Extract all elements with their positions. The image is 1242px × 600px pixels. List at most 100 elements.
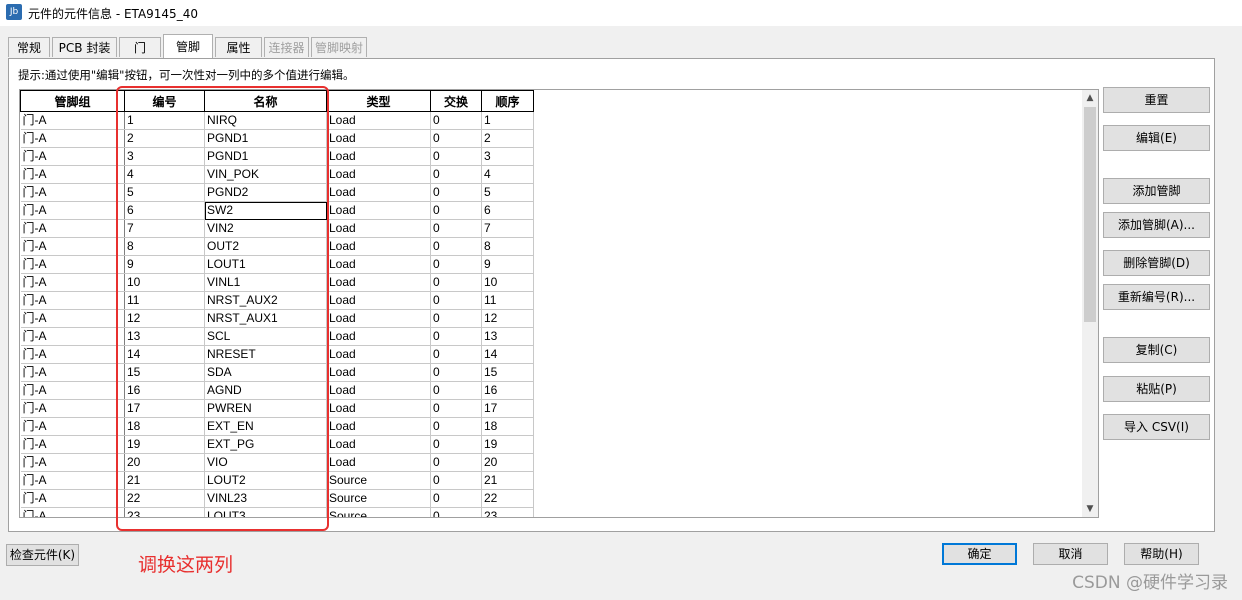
cell-type[interactable]: Load: [326, 255, 431, 274]
table-row[interactable]: 门-A 13 SCL Load 0 13: [20, 327, 534, 346]
table-row[interactable]: 门-A 15 SDA Load 0 15: [20, 363, 534, 382]
cell-type[interactable]: Load: [326, 273, 431, 292]
delete-pin-button[interactable]: 删除管脚(D): [1103, 250, 1210, 276]
cell-order[interactable]: 9: [481, 255, 534, 274]
cell-type[interactable]: Load: [326, 345, 431, 364]
column-header-swap[interactable]: 交换: [430, 90, 482, 112]
cell-order[interactable]: 13: [481, 327, 534, 346]
cell-swap[interactable]: 0: [430, 399, 482, 418]
cell-pin-group[interactable]: 门-A: [20, 129, 125, 148]
cell-name[interactable]: LOUT2: [204, 471, 327, 490]
table-row[interactable]: 门-A 4 VIN_POK Load 0 4: [20, 165, 534, 184]
cell-name[interactable]: PGND1: [204, 147, 327, 166]
cell-pin-group[interactable]: 门-A: [20, 255, 125, 274]
column-header-type[interactable]: 类型: [326, 90, 431, 112]
cell-number[interactable]: 19: [124, 435, 205, 454]
cell-number[interactable]: 21: [124, 471, 205, 490]
cell-number[interactable]: 12: [124, 309, 205, 328]
cell-swap[interactable]: 0: [430, 363, 482, 382]
cell-swap[interactable]: 0: [430, 291, 482, 310]
cell-number[interactable]: 10: [124, 273, 205, 292]
cell-swap[interactable]: 0: [430, 507, 482, 517]
table-row[interactable]: 门-A 6 SW2 Load 0 6: [20, 201, 534, 220]
cell-pin-group[interactable]: 门-A: [20, 219, 125, 238]
ok-button[interactable]: 确定: [942, 543, 1017, 565]
cell-order[interactable]: 16: [481, 381, 534, 400]
table-row[interactable]: 门-A 7 VIN2 Load 0 7: [20, 219, 534, 238]
cell-number[interactable]: 4: [124, 165, 205, 184]
table-row[interactable]: 门-A 18 EXT_EN Load 0 18: [20, 417, 534, 436]
cell-swap[interactable]: 0: [430, 417, 482, 436]
cell-order[interactable]: 5: [481, 183, 534, 202]
cell-type[interactable]: Source: [326, 507, 431, 517]
cell-type[interactable]: Load: [326, 147, 431, 166]
cell-swap[interactable]: 0: [430, 435, 482, 454]
cell-name[interactable]: NRST_AUX1: [204, 309, 327, 328]
cell-pin-group[interactable]: 门-A: [20, 165, 125, 184]
vertical-scrollbar[interactable]: ▲ ▼: [1082, 90, 1098, 517]
check-component-button[interactable]: 检查元件(K): [6, 544, 79, 566]
tab-pins[interactable]: 管脚: [163, 34, 213, 58]
table-row[interactable]: 门-A 1 NIRQ Load 0 1: [20, 111, 534, 130]
cell-name[interactable]: OUT2: [204, 237, 327, 256]
cell-type[interactable]: Load: [326, 237, 431, 256]
cell-swap[interactable]: 0: [430, 471, 482, 490]
renumber-button[interactable]: 重新编号(R)...: [1103, 284, 1210, 310]
tab-gates[interactable]: 门: [119, 37, 161, 57]
cell-pin-group[interactable]: 门-A: [20, 471, 125, 490]
cell-pin-group[interactable]: 门-A: [20, 273, 125, 292]
cell-type[interactable]: Load: [326, 183, 431, 202]
column-header-pin-group[interactable]: 管脚组: [20, 90, 125, 112]
cell-name[interactable]: PWREN: [204, 399, 327, 418]
cell-type[interactable]: Load: [326, 111, 431, 130]
table-row[interactable]: 门-A 2 PGND1 Load 0 2: [20, 129, 534, 148]
cell-type[interactable]: Source: [326, 471, 431, 490]
cell-order[interactable]: 21: [481, 471, 534, 490]
cell-number[interactable]: 13: [124, 327, 205, 346]
table-row[interactable]: 门-A 10 VINL1 Load 0 10: [20, 273, 534, 292]
column-header-number[interactable]: 编号: [124, 90, 205, 112]
cell-swap[interactable]: 0: [430, 273, 482, 292]
cell-swap[interactable]: 0: [430, 381, 482, 400]
cell-swap[interactable]: 0: [430, 201, 482, 220]
cell-swap[interactable]: 0: [430, 237, 482, 256]
cell-name[interactable]: SDA: [204, 363, 327, 382]
cell-type[interactable]: Load: [326, 129, 431, 148]
cell-pin-group[interactable]: 门-A: [20, 237, 125, 256]
add-pin-button[interactable]: 添加管脚: [1103, 178, 1210, 204]
cell-type[interactable]: Source: [326, 489, 431, 508]
cell-number[interactable]: 16: [124, 381, 205, 400]
pin-grid[interactable]: 管脚组 编号 名称 类型 交换 顺序 门-A 1 NIRQ Load 0 1 门-A 2 PGN…: [19, 89, 1099, 518]
cell-name[interactable]: EXT_PG: [204, 435, 327, 454]
cell-name[interactable]: PGND2: [204, 183, 327, 202]
cell-name[interactable]: VINL1: [204, 273, 327, 292]
cell-pin-group[interactable]: 门-A: [20, 111, 125, 130]
cell-swap[interactable]: 0: [430, 345, 482, 364]
table-row[interactable]: 门-A 9 LOUT1 Load 0 9: [20, 255, 534, 274]
cell-order[interactable]: 11: [481, 291, 534, 310]
cell-type[interactable]: Load: [326, 453, 431, 472]
cell-order[interactable]: 12: [481, 309, 534, 328]
cell-name[interactable]: LOUT3: [204, 507, 327, 517]
cell-name[interactable]: VINL23: [204, 489, 327, 508]
cell-number[interactable]: 15: [124, 363, 205, 382]
cell-order[interactable]: 20: [481, 453, 534, 472]
table-row[interactable]: 门-A 19 EXT_PG Load 0 19: [20, 435, 534, 454]
cell-order[interactable]: 14: [481, 345, 534, 364]
tab-pin-mapping[interactable]: 管脚映射: [311, 37, 367, 57]
cell-type[interactable]: Load: [326, 309, 431, 328]
cell-name[interactable]: NRESET: [204, 345, 327, 364]
table-row[interactable]: 门-A 16 AGND Load 0 16: [20, 381, 534, 400]
cell-order[interactable]: 7: [481, 219, 534, 238]
cell-order[interactable]: 10: [481, 273, 534, 292]
cell-type[interactable]: Load: [326, 219, 431, 238]
cell-pin-group[interactable]: 门-A: [20, 183, 125, 202]
cell-name[interactable]: VIO: [204, 453, 327, 472]
cell-number[interactable]: 5: [124, 183, 205, 202]
cell-number[interactable]: 14: [124, 345, 205, 364]
table-row[interactable]: 门-A 5 PGND2 Load 0 5: [20, 183, 534, 202]
cell-pin-group[interactable]: 门-A: [20, 417, 125, 436]
cell-number[interactable]: 23: [124, 507, 205, 517]
cell-pin-group[interactable]: 门-A: [20, 147, 125, 166]
cell-swap[interactable]: 0: [430, 219, 482, 238]
